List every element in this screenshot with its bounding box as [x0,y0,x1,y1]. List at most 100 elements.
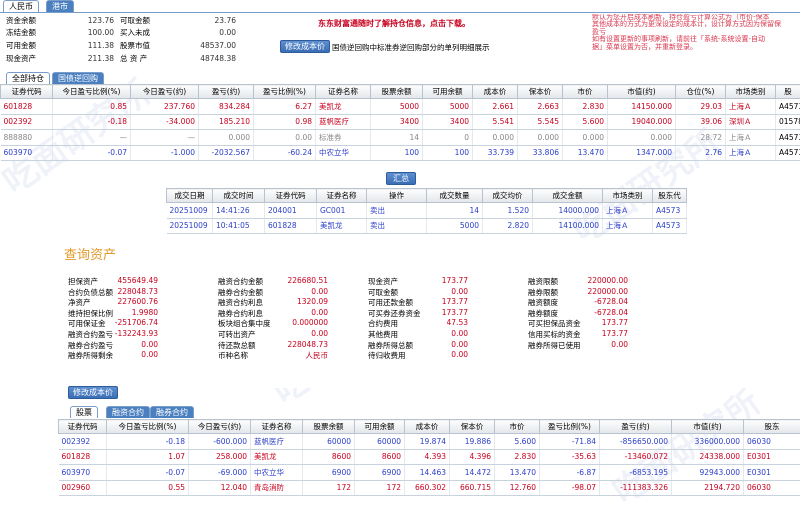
column-header[interactable]: 股票余额 [371,85,423,99]
promo-link[interactable]: 东东财富通随时了解持仓信息，点击下载。 [318,18,470,29]
column-header[interactable]: 今日盈亏(约) [131,85,199,99]
column-header[interactable]: 今日盈亏(约) [189,420,251,434]
tab-treasury-repo[interactable]: 国债逆回购 [52,72,104,84]
summary-row: 现金资产 211.38 总 资 产 48748.38 [6,54,236,64]
table-cell: 237.760 [131,99,199,115]
table-cell: 12.040 [189,480,251,496]
table-cell: 美凯龙 [317,218,367,234]
asset-value: 0.00 [451,329,468,338]
table-cell: A4573 [776,145,800,161]
tab-rmb[interactable]: 人民币 [3,0,39,12]
column-header[interactable]: 市价 [563,85,608,99]
assets-grid: 担保资产455649.49融资合约金额226680.51现金资产173.77融资… [68,276,668,366]
asset-value: 227600.76 [117,297,158,306]
asset-label: 维持担保比例 [68,308,113,319]
table-cell: 0.000 [518,130,563,146]
summary-value: 100.00 [88,28,114,38]
column-header[interactable]: 证券代码 [59,420,107,434]
table-cell: 6.27 [254,99,316,115]
column-header[interactable]: 市价 [495,420,540,434]
column-header[interactable]: 股票余额 [303,420,355,434]
table-cell: 60000 [303,434,355,450]
summary-button[interactable]: 汇总 [386,172,416,185]
table-cell: 24338.000 [672,449,744,465]
column-header[interactable]: 市场类别 [603,189,653,203]
column-header[interactable]: 股 [776,85,800,99]
asset-label: 合约负债总额 [68,287,113,298]
table-row[interactable]: 888880——0.0000.00标准券1400.0000.0000.0000.… [1,130,800,146]
table-cell: 0 [423,130,473,146]
notice-line: 其他成本的方式为更深设定的成本计，设计算方式因为保留保 [592,21,800,28]
column-header[interactable]: 成本价 [473,85,518,99]
table-row[interactable]: 0029600.5512.040青岛消防172172660.302660.715… [59,480,800,496]
column-header[interactable]: 盈亏(约) [199,85,254,99]
column-header[interactable]: 股东代 [653,189,687,203]
table-cell: 上海Ａ [603,203,653,219]
column-header[interactable]: 成交时间 [213,189,265,203]
table-cell: 14.472 [450,465,495,481]
table-cell: 258.000 [189,449,251,465]
summary-label: 买入未成 [120,28,150,38]
column-header[interactable]: 成交日期 [167,189,213,203]
column-header[interactable]: 盈亏比例(%) [254,85,316,99]
column-header[interactable]: 成交数量 [427,189,483,203]
column-header[interactable]: 保本价 [450,420,495,434]
credit-header-row: 证券代码今日盈亏比例(%)今日盈亏(约)证券名称股票余额可用余额成本价保本价市价… [59,420,800,434]
table-cell: 01578 [776,114,800,130]
table-row[interactable]: 002392-0.18-600.000蓝帆医疗600006000019.8741… [59,434,800,450]
column-header[interactable]: 股东 [744,420,800,434]
column-header[interactable]: 仓位(%) [676,85,726,99]
column-header[interactable]: 市场类别 [726,85,776,99]
column-header[interactable]: 保本价 [518,85,563,99]
column-header[interactable]: 成本价 [405,420,450,434]
holdings-body: 6018280.85237.760834.2846.27美凯龙500050002… [1,99,800,161]
column-header[interactable]: 成交金额 [533,189,603,203]
trades-body: 2025100914:41:26204001GC001卖出141.5201400… [167,203,687,234]
column-header[interactable]: 市值(约) [672,420,744,434]
column-header[interactable]: 市值(约) [608,85,676,99]
column-header[interactable]: 今日盈亏比例(%) [53,85,131,99]
table-cell: -13460.072 [600,449,672,465]
column-header[interactable]: 盈亏(约) [600,420,672,434]
column-header[interactable]: 今日盈亏比例(%) [107,420,189,434]
table-row[interactable]: 603970-0.07-69.000中农立华6900690014.46314.4… [59,465,800,481]
asset-value: 人民币 [306,350,329,361]
table-row[interactable]: 2025100910:41:05601828美凯龙卖出50002.8201410… [167,218,687,234]
column-header[interactable]: 可用余额 [355,420,405,434]
modify-cost-button-2[interactable]: 修改成本价 [68,386,118,399]
table-row[interactable]: 6018280.85237.760834.2846.27美凯龙500050002… [1,99,800,115]
table-cell: E0301 [744,465,800,481]
tab-all-holdings[interactable]: 全部持仓 [6,72,50,84]
column-header[interactable]: 成交均价 [483,189,533,203]
table-cell: 5000 [427,218,483,234]
table-row[interactable]: 603970-0.07-1.000-2032.567-60.24中农立华1001… [1,145,800,161]
asset-value: 47.53 [447,318,468,327]
table-cell: A4573 [653,203,687,219]
tab-hkd[interactable]: 港市 [46,0,74,12]
column-header[interactable]: 证券名称 [317,189,367,203]
column-header[interactable]: 可用余额 [423,85,473,99]
tab-stocks[interactable]: 股票 [70,406,98,418]
table-cell: 2194.720 [672,480,744,496]
table-row[interactable]: 002392-0.18-34.000185.2100.98蓝帆医疗3400340… [1,114,800,130]
table-cell: 14 [427,203,483,219]
table-cell: -0.18 [53,114,131,130]
column-header[interactable]: 操作 [367,189,427,203]
column-header[interactable]: 证券代码 [265,189,317,203]
asset-label: 可买担保品资金 [528,318,581,329]
table-row[interactable]: 2025100914:41:26204001GC001卖出141.5201400… [167,203,687,219]
table-cell: 2.76 [676,145,726,161]
column-header[interactable]: 证券代码 [1,85,53,99]
column-header[interactable]: 盈亏比例(%) [540,420,600,434]
table-row[interactable]: 6018281.07258.000美凯龙860086004.3934.3962.… [59,449,800,465]
modify-cost-button[interactable]: 修改成本价 [280,40,330,53]
column-header[interactable]: 证券名称 [316,85,371,99]
tab-margin-contract[interactable]: 融资合约 [106,406,150,418]
asset-value: -132243.93 [115,329,158,338]
table-cell: 2.830 [495,449,540,465]
table-cell: 660.302 [405,480,450,496]
trades-header-row: 成交日期成交时间证券代码证券名称操作成交数量成交均价成交金额市场类别股东代 [167,189,687,203]
asset-label: 融券合约盈亏 [68,340,113,351]
tab-short-contract[interactable]: 融券合约 [150,406,194,418]
column-header[interactable]: 证券名称 [251,420,303,434]
